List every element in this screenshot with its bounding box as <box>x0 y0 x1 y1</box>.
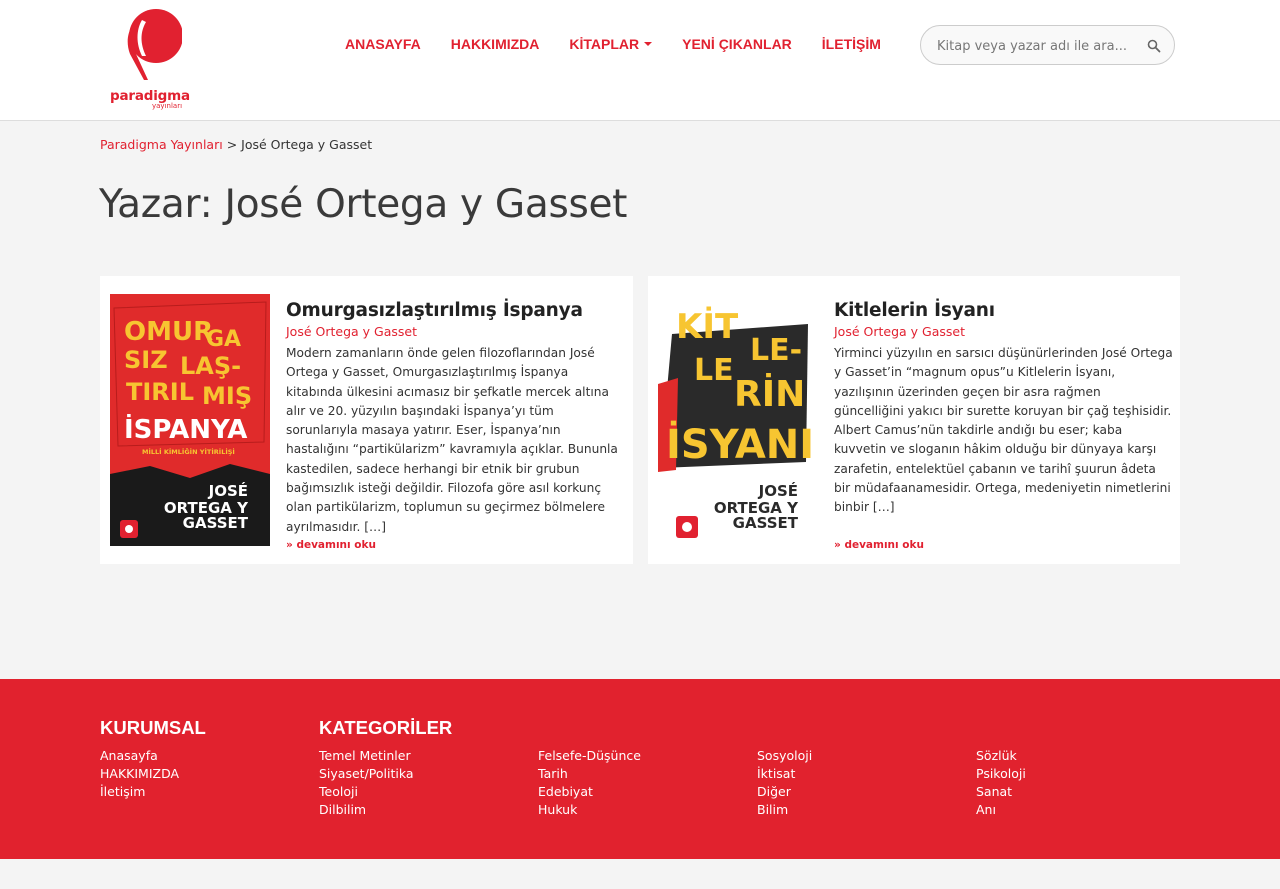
brand-logo[interactable]: paradigma yayınları <box>108 8 198 112</box>
logo-mark-icon <box>127 9 182 80</box>
cover-title-line: LAŞ- <box>180 352 241 380</box>
footer-category-link[interactable]: Diğer <box>757 783 812 801</box>
book-card: OMUR GA SIZ LAŞ- TIRIL MIŞ İSPANYA MİLLİ… <box>100 276 633 564</box>
cover-title-line: OMUR <box>124 317 213 347</box>
footer-category-link[interactable]: Sanat <box>976 783 1026 801</box>
cover-art: KİT LE- LE RİN İSYANI JOSÉ ORTEGA Y GASS… <box>658 294 818 546</box>
book-excerpt: Modern zamanların önde gelen filozofları… <box>286 346 618 534</box>
site-header: paradigma yayınları ANASAYFA HAKKIMIZDA … <box>0 0 1280 121</box>
book-title[interactable]: Omurgasızlaştırılmış İspanya <box>286 300 626 321</box>
nav-label: YENİ ÇIKANLAR <box>682 36 792 52</box>
nav-kitaplar[interactable]: KİTAPLAR <box>569 36 653 52</box>
book-author[interactable]: José Ortega y Gasset <box>286 324 626 339</box>
cover-title-line: MIŞ <box>202 382 252 410</box>
nav-anasayfa[interactable]: ANASAYFA <box>345 36 421 52</box>
nav-label: ANASAYFA <box>345 36 421 52</box>
book-author[interactable]: José Ortega y Gasset <box>834 324 1174 339</box>
cover-art: OMUR GA SIZ LAŞ- TIRIL MIŞ İSPANYA MİLLİ… <box>110 294 270 546</box>
footer-heading-kurumsal: KURUMSAL <box>100 717 206 738</box>
footer-category-link[interactable]: Felsefe-Düşünce <box>538 747 641 765</box>
footer-category-link[interactable]: Hukuk <box>538 801 641 819</box>
logo-subtext: yayınları <box>152 102 183 110</box>
nav-iletisim[interactable]: İLETİŞİM <box>822 36 881 52</box>
nav-label: HAKKIMIZDA <box>450 36 540 52</box>
cover-title-line: İSYANI <box>666 420 814 468</box>
footer-category-column: Sözlük Psikoloji Sanat Anı <box>976 747 1026 819</box>
footer-category-link[interactable]: Edebiyat <box>538 783 641 801</box>
footer-category-link[interactable]: Tarih <box>538 765 641 783</box>
breadcrumb-current: José Ortega y Gasset <box>241 137 373 152</box>
footer-link[interactable]: İletişim <box>100 783 179 801</box>
footer-category-link[interactable]: Dilbilim <box>319 801 414 819</box>
breadcrumb-separator: > <box>226 137 238 152</box>
footer-category-link[interactable]: Siyaset/Politika <box>319 765 414 783</box>
nav-yeni-cikanlar[interactable]: YENİ ÇIKANLAR <box>682 36 792 52</box>
footer-category-column: Felsefe-Düşünce Tarih Edebiyat Hukuk <box>538 747 641 819</box>
footer-category-link[interactable]: Temel Metinler <box>319 747 414 765</box>
footer-link[interactable]: HAKKIMIZDA <box>100 765 179 783</box>
cover-title-line: SIZ <box>124 346 168 374</box>
footer-kurumsal-links: Anasayfa HAKKIMIZDA İletişim <box>100 747 179 801</box>
footer-category-link[interactable]: Bilim <box>757 801 812 819</box>
footer-category-link[interactable]: Sözlük <box>976 747 1026 765</box>
cover-author-line: JOSÉ <box>758 481 798 500</box>
breadcrumb: Paradigma Yayınları > José Ortega y Gass… <box>100 137 372 152</box>
main-nav: ANASAYFA HAKKIMIZDA KİTAPLAR YENİ ÇIKANL… <box>345 36 911 52</box>
cover-title-line: İSPANYA <box>124 413 247 445</box>
read-more-link[interactable]: » devamını oku <box>834 539 924 551</box>
page-title: Yazar: José Ortega y Gasset <box>99 182 628 227</box>
footer-category-link[interactable]: Sosyoloji <box>757 747 812 765</box>
footer-link[interactable]: Anasayfa <box>100 747 179 765</box>
nav-hakkimizda[interactable]: HAKKIMIZDA <box>451 36 540 52</box>
book-excerpt: Yirminci yüzyılın en sarsıcı düşünürleri… <box>834 346 1173 515</box>
breadcrumb-home-link[interactable]: Paradigma Yayınları <box>100 137 223 152</box>
footer-category-column: Temel Metinler Siyaset/Politika Teoloji … <box>319 747 414 819</box>
search-icon[interactable] <box>1147 39 1161 53</box>
cover-title-line: LE- <box>750 333 802 368</box>
read-more-link[interactable]: » devamını oku <box>286 539 376 551</box>
nav-label: İLETİŞİM <box>821 36 881 52</box>
footer-category-link[interactable]: Anı <box>976 801 1026 819</box>
book-cover-image[interactable]: KİT LE- LE RİN İSYANI JOSÉ ORTEGA Y GASS… <box>658 294 818 546</box>
cover-title-line: RİN <box>734 373 805 415</box>
cover-author-line: JOSÉ <box>208 481 248 500</box>
cover-title-line: TIRIL <box>126 378 194 406</box>
cover-subtitle: MİLLİ KİMLİĞİN YİTİRİLİŞİ <box>142 447 235 456</box>
footer-heading-kategoriler: KATEGORİLER <box>319 717 453 738</box>
caret-down-icon <box>644 42 653 46</box>
book-card-body: Kitlelerin İsyanı José Ortega y Gasset Y… <box>834 300 1174 518</box>
cover-title-line: KİT <box>676 306 739 347</box>
footer-category-link[interactable]: İktisat <box>757 765 812 783</box>
nav-label: KİTAPLAR <box>569 36 640 52</box>
footer-category-link[interactable]: Teoloji <box>319 783 414 801</box>
cover-author-line: GASSET <box>183 514 249 532</box>
site-footer: KURUMSAL Anasayfa HAKKIMIZDA İletişim KA… <box>0 679 1280 859</box>
book-title[interactable]: Kitlelerin İsyanı <box>834 300 1174 321</box>
cover-author-line: GASSET <box>733 514 799 532</box>
footer-category-link[interactable]: Psikoloji <box>976 765 1026 783</box>
book-card-body: Omurgasızlaştırılmış İspanya José Ortega… <box>286 300 626 537</box>
book-cover-image[interactable]: OMUR GA SIZ LAŞ- TIRIL MIŞ İSPANYA MİLLİ… <box>110 294 270 546</box>
cover-title-line: LE <box>694 353 734 388</box>
footer-category-column: Sosyoloji İktisat Diğer Bilim <box>757 747 812 819</box>
search-box <box>920 25 1175 65</box>
search-input[interactable] <box>937 35 1142 57</box>
book-card: KİT LE- LE RİN İSYANI JOSÉ ORTEGA Y GASS… <box>648 276 1180 564</box>
cover-title-line: GA <box>206 327 241 352</box>
